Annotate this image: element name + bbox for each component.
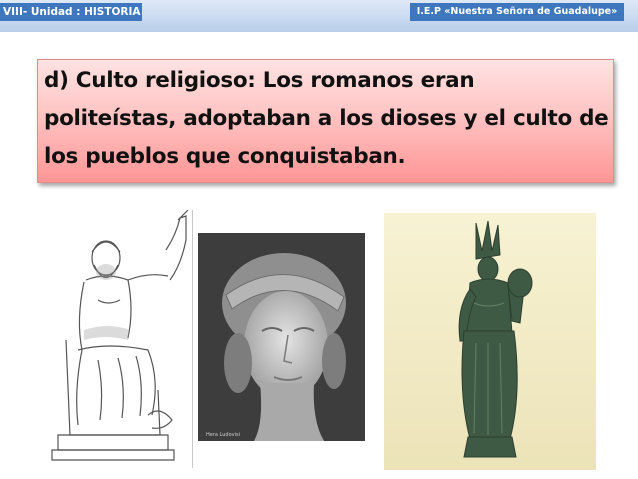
slide-title: d) Culto religioso: Los romanos eran pol… bbox=[44, 68, 609, 169]
slide-header: VIII- Unidad : HISTORIA I.E.P «Nuestra S… bbox=[0, 0, 638, 32]
jupiter-statue-drawing bbox=[48, 210, 193, 468]
bronze-goddess-statue bbox=[384, 213, 596, 470]
school-name-label: I.E.P «Nuestra Señora de Guadalupe» bbox=[410, 3, 624, 21]
course-unit-label: VIII- Unidad : HISTORIA bbox=[0, 3, 142, 21]
image-divider bbox=[192, 210, 193, 468]
svg-text:Hera Ludovisi: Hera Ludovisi bbox=[206, 432, 240, 438]
goddess-bust-photo: Hera Ludovisi bbox=[198, 233, 365, 441]
